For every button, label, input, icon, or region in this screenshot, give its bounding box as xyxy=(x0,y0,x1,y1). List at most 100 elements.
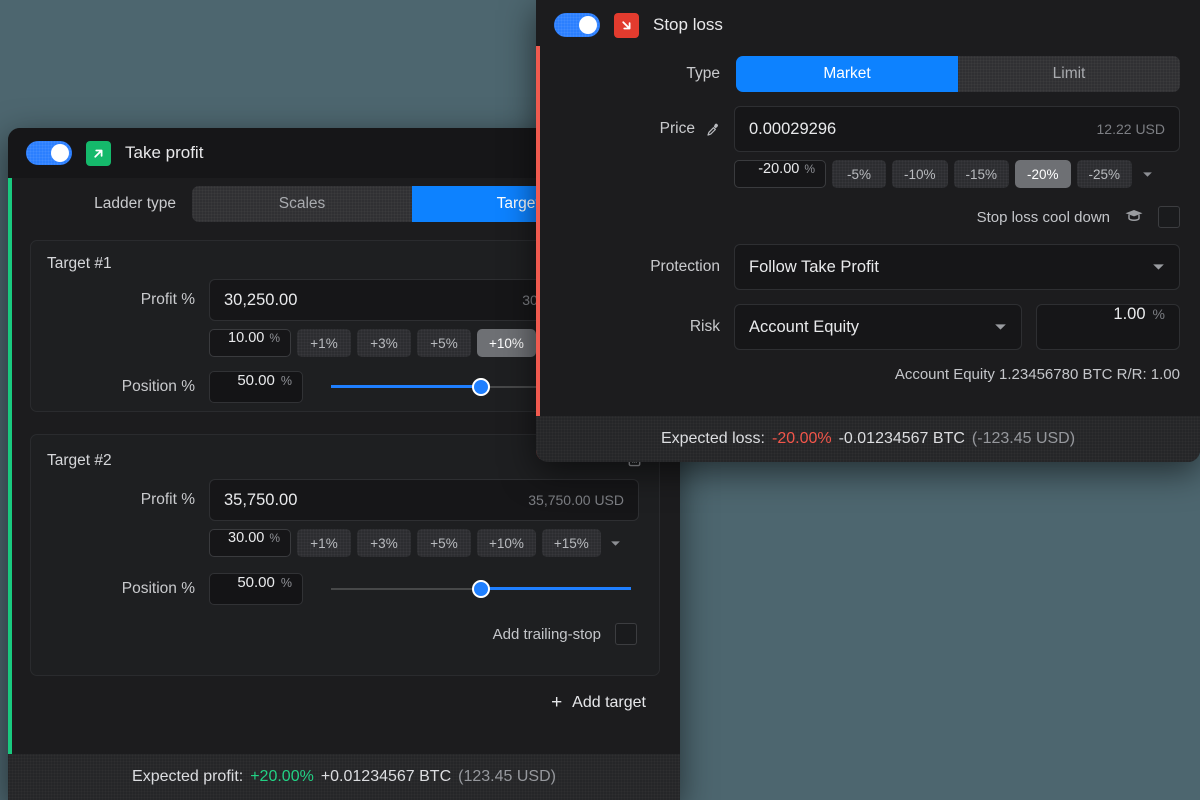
stop-loss-price-value: 0.00029296 xyxy=(749,120,1097,139)
target-2-percent-chips: 30.00 % +1% +3% +5% +10% +15% xyxy=(209,529,625,557)
stop-loss-type-segmented-control: Market Limit xyxy=(736,56,1180,92)
target-2-chip-plus15[interactable]: +15% xyxy=(542,529,601,557)
stop-loss-percent-unit: % xyxy=(804,162,815,176)
add-target-button[interactable]: + Add target xyxy=(8,676,680,714)
target-1-slider-thumb[interactable] xyxy=(472,378,490,396)
risk-row: Risk Account Equity 1.00 % xyxy=(536,304,1200,350)
stop-loss-price-row: Price 0.00029296 12.22 USD xyxy=(536,106,1200,152)
target-1-percent-input[interactable]: 10.00 % xyxy=(209,329,291,357)
chevron-down-icon[interactable] xyxy=(1138,163,1156,185)
graduation-cap-icon[interactable] xyxy=(1124,207,1144,228)
expected-loss-bar: Expected loss: -20.00% -0.01234567 BTC (… xyxy=(536,416,1200,462)
target-2-slider-thumb[interactable] xyxy=(472,580,490,598)
target-1-profit-value: 30,250.00 xyxy=(224,291,522,310)
target-1-position-input[interactable]: 50.00 % xyxy=(209,371,303,403)
expected-profit-label: Expected profit: xyxy=(132,768,243,786)
target-2-profit-input[interactable]: 35,750.00 35,750.00 USD xyxy=(209,479,639,521)
stop-loss-type-row: Type Market Limit xyxy=(536,56,1200,92)
target-2-percent-unit: % xyxy=(269,531,280,545)
expected-profit-percent: +20.00% xyxy=(250,768,314,786)
plus-icon: + xyxy=(551,692,562,714)
risk-label: Risk xyxy=(560,318,720,336)
target-2-position-unit: % xyxy=(281,576,292,590)
stop-loss-chip-minus5[interactable]: -5% xyxy=(832,160,886,188)
target-1-slider-fill xyxy=(331,385,481,388)
expected-profit-amount: +0.01234567 BTC xyxy=(321,768,451,786)
expected-profit-bar: Expected profit: +20.00% +0.01234567 BTC… xyxy=(8,754,680,800)
add-target-label: Add target xyxy=(572,694,646,712)
target-1-chip-plus10[interactable]: +10% xyxy=(477,329,536,357)
stop-loss-price-input[interactable]: 0.00029296 12.22 USD xyxy=(734,106,1180,152)
target-2-position-value: 50.00 xyxy=(237,574,275,591)
stop-loss-price-label-group: Price xyxy=(560,120,720,138)
stop-loss-header: Stop loss xyxy=(536,0,1200,50)
stop-loss-type-label: Type xyxy=(560,65,720,83)
stop-loss-chip-minus25[interactable]: -25% xyxy=(1077,160,1133,188)
ladder-type-option-scales[interactable]: Scales xyxy=(192,186,412,222)
expected-loss-fiat: (-123.45 USD) xyxy=(972,430,1075,448)
stop-loss-percent-input[interactable]: -20.00 % xyxy=(734,160,826,188)
target-1-position-label: Position % xyxy=(45,378,195,396)
target-card-2: Target #2 Profit % 35,750.00 35,750.00 U… xyxy=(30,434,660,676)
stop-loss-chips-row: -20.00 % -5% -10% -15% -20% -25% xyxy=(536,160,1200,188)
trailing-stop-checkbox[interactable] xyxy=(615,623,637,645)
target-2-percent-input[interactable]: 30.00 % xyxy=(209,529,291,557)
stop-loss-chip-minus15[interactable]: -15% xyxy=(954,160,1010,188)
stop-loss-chip-minus20[interactable]: -20% xyxy=(1015,160,1071,188)
target-2-profit-value: 35,750.00 xyxy=(224,491,528,510)
target-2-chip-plus3[interactable]: +3% xyxy=(357,529,411,557)
stop-loss-price-suffix: 12.22 USD xyxy=(1097,121,1165,137)
target-1-name: Target #1 xyxy=(47,255,112,273)
target-2-position-input[interactable]: 50.00 % xyxy=(209,573,303,605)
stop-loss-toggle[interactable] xyxy=(554,13,600,37)
target-2-position-slider[interactable] xyxy=(331,578,631,600)
target-2-name: Target #2 xyxy=(47,452,112,470)
stop-loss-accent-stripe xyxy=(536,46,540,462)
target-1-chip-plus1[interactable]: +1% xyxy=(297,329,351,357)
stop-loss-type-option-market[interactable]: Market xyxy=(736,56,958,92)
risk-amount-input[interactable]: 1.00 % xyxy=(1036,304,1180,350)
screen: Take profit Ladder type Scales Targets T… xyxy=(0,0,1200,800)
stop-loss-cool-down-row: Stop loss cool down xyxy=(536,206,1200,228)
risk-amount-unit: % xyxy=(1153,306,1165,322)
target-1-percent-value: 10.00 xyxy=(228,330,264,346)
arrow-down-right-icon xyxy=(614,13,639,38)
take-profit-accent-stripe xyxy=(8,178,12,800)
target-1-chip-plus3[interactable]: +3% xyxy=(357,329,411,357)
target-2-position-row: Position % 50.00 % xyxy=(31,573,659,605)
take-profit-toggle[interactable] xyxy=(26,141,72,165)
stop-loss-title: Stop loss xyxy=(653,15,723,35)
target-1-position-unit: % xyxy=(281,374,292,388)
target-1-chip-plus5[interactable]: +5% xyxy=(417,329,471,357)
target-2-position-label: Position % xyxy=(45,580,195,598)
stop-loss-type-option-limit[interactable]: Limit xyxy=(958,56,1180,92)
target-1-percent-chips: 10.00 % +1% +3% +5% +10% xyxy=(209,329,536,357)
stop-loss-percent-chips: -20.00 % -5% -10% -15% -20% -25% xyxy=(734,160,1156,188)
stop-loss-panel: Stop loss Type Market Limit Price xyxy=(536,0,1200,462)
trailing-stop-label: Add trailing-stop xyxy=(493,626,601,643)
risk-value: Account Equity xyxy=(749,318,994,337)
expected-loss-percent: -20.00% xyxy=(772,430,832,448)
protection-select[interactable]: Follow Take Profit xyxy=(734,244,1180,290)
target-2-chip-plus10[interactable]: +10% xyxy=(477,529,536,557)
account-equity-note: Account Equity 1.23456780 BTC R/R: 1.00 xyxy=(895,366,1180,383)
stop-loss-percent-value: -20.00 xyxy=(758,161,799,177)
target-2-chip-plus5[interactable]: +5% xyxy=(417,529,471,557)
expected-loss-label: Expected loss: xyxy=(661,430,765,448)
target-2-chip-plus1[interactable]: +1% xyxy=(297,529,351,557)
target-2-profit-row: Profit % 35,750.00 35,750.00 USD xyxy=(31,479,659,521)
target-1-profit-label: Profit % xyxy=(45,291,195,309)
chevron-down-icon[interactable] xyxy=(607,532,625,554)
target-2-profit-label: Profit % xyxy=(45,491,195,509)
target-1-position-value: 50.00 xyxy=(237,372,275,389)
target-2-percent-value: 30.00 xyxy=(228,530,264,546)
risk-select[interactable]: Account Equity xyxy=(734,304,1022,350)
stop-loss-price-label: Price xyxy=(660,120,695,138)
protection-row: Protection Follow Take Profit xyxy=(536,244,1200,290)
trailing-stop-row: Add trailing-stop xyxy=(31,623,659,645)
target-2-slider-fill xyxy=(481,587,631,590)
target-1-percent-unit: % xyxy=(269,331,280,345)
stop-loss-cool-down-checkbox[interactable] xyxy=(1158,206,1180,228)
eyedropper-icon[interactable] xyxy=(705,122,720,137)
stop-loss-chip-minus10[interactable]: -10% xyxy=(892,160,948,188)
